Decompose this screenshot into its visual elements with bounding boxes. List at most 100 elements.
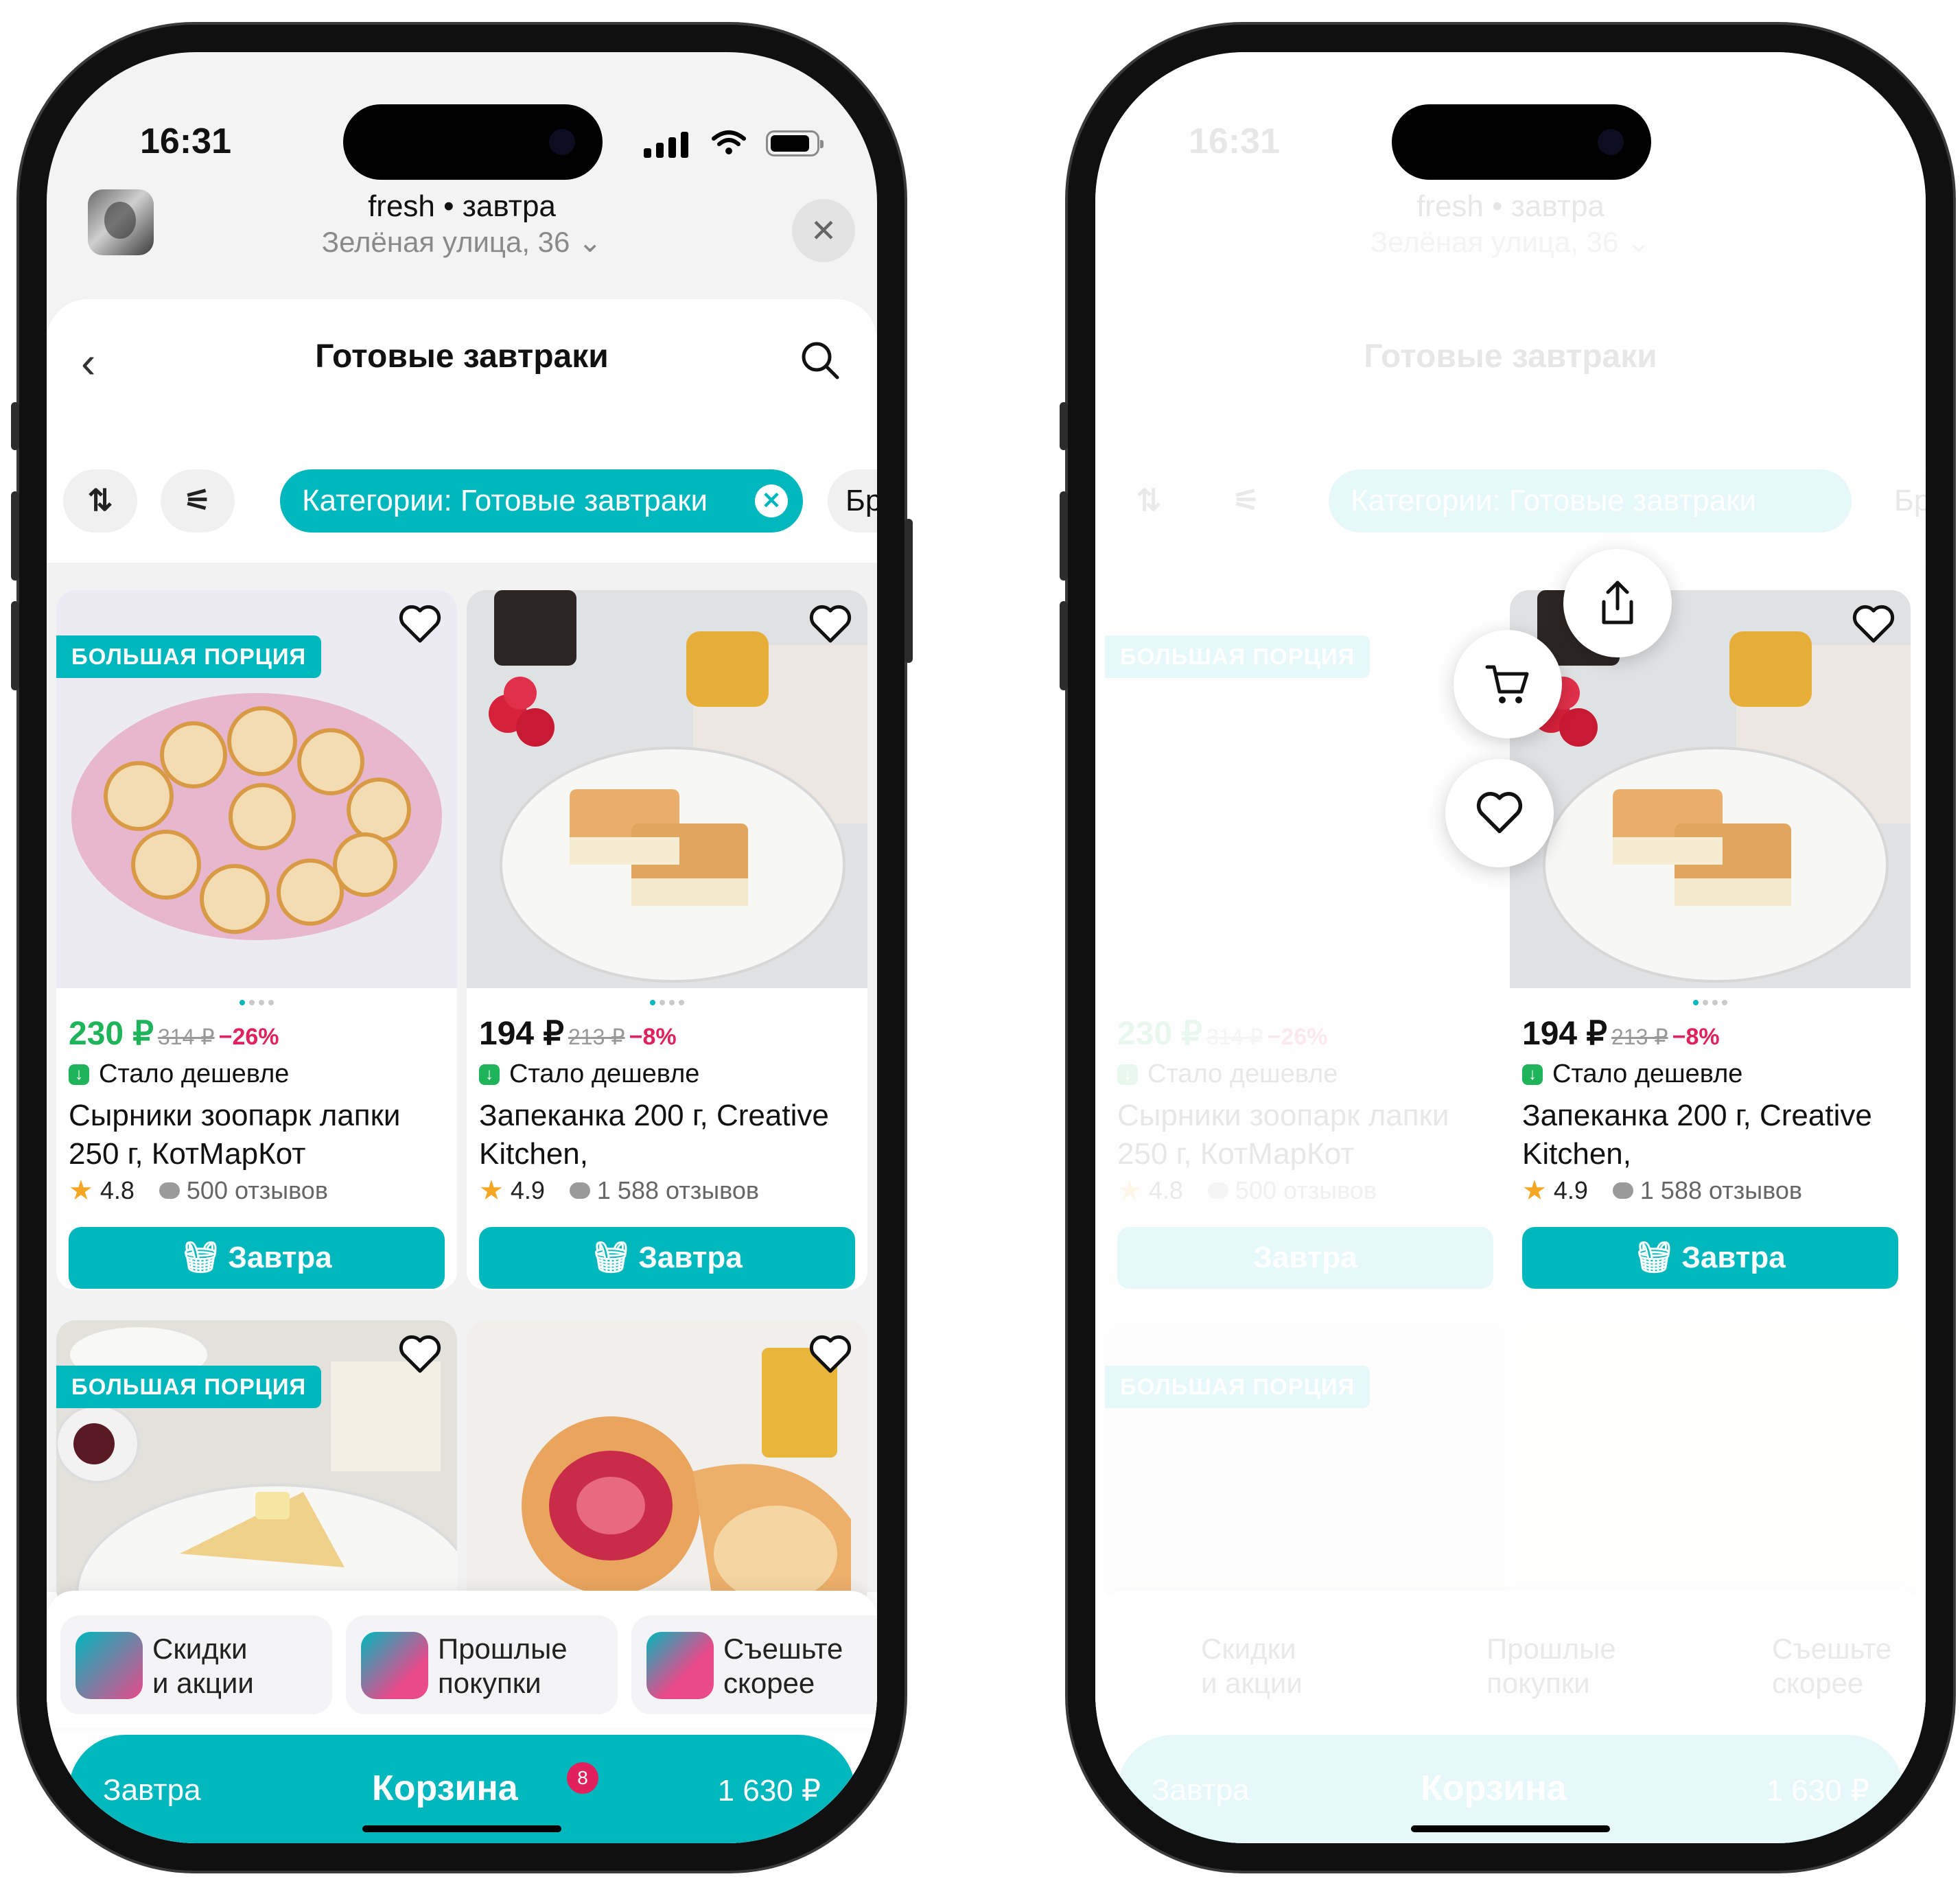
search-icon[interactable] [799,339,841,382]
reviews-bubble-icon [159,1182,180,1199]
favorite-action-button[interactable] [1445,759,1554,867]
promo-line2: покупки [438,1667,541,1699]
favorite-heart-icon[interactable] [808,604,852,645]
close-button[interactable]: ✕ [792,199,855,262]
promo-eat-sooner[interactable]: Съешьте скорее [631,1615,877,1714]
product-card[interactable]: БОЛЬШАЯ ПОРЦИЯ 230 ₽314 ₽ −26% ↓ Стало деш… [56,590,457,1290]
current-price: 230 ₽ [69,1016,154,1052]
current-price: 194 ₽ [479,1016,564,1052]
add-to-cart-button[interactable]: 🧺︎ Завтра [69,1227,445,1289]
shopping-bag-icon [361,1632,428,1699]
reviews-bubble-icon [569,1182,590,1199]
cart-delivery-day: Завтра [103,1773,201,1807]
price-drop-note: ↓ Стало дешевле [69,1060,289,1089]
rating-value: 4.8 [100,1176,135,1204]
old-price: 213 ₽ [1611,1025,1668,1049]
filter-sliders-icon[interactable]: ⚟ [161,469,235,533]
product-rating: ★ 4.9 1 588 отзывов [479,1175,759,1206]
rating-value: 4.9 [1553,1176,1588,1204]
add-button-label: Завтра [638,1241,743,1274]
favorite-heart-icon[interactable] [398,1334,442,1375]
focused-product-card[interactable]: 194 ₽213 ₽ −8% ↓ Стало дешевле Запеканка 2… [1510,590,1911,1290]
add-to-cart-button[interactable]: 🧺︎ Завтра [1522,1227,1898,1289]
price-drop-label: Стало дешевле [509,1060,700,1088]
photo-pager-dots [1510,999,1911,1006]
reviews-count: 1 588 отзывов [1640,1176,1802,1204]
wifi-icon [712,130,746,154]
home-indicator [362,1825,561,1832]
favorite-heart-icon[interactable] [808,1334,852,1375]
discount-percent: −26% [218,1024,279,1050]
share-icon [1602,581,1633,624]
old-price: 314 ₽ [157,1025,215,1049]
dynamic-island [343,104,603,180]
photo-pager-dots [56,999,457,1006]
product-price: 230 ₽314 ₽−26% [69,1014,279,1053]
volume-down-button [11,601,19,690]
current-price: 194 ₽ [1522,1016,1607,1052]
discount-tag-icon [75,1632,143,1699]
reviews-count: 500 отзывов [186,1176,328,1204]
dynamic-island [1392,104,1651,180]
product-photo [1510,590,1911,988]
basket-icon: 🧺︎ [1635,1241,1674,1274]
screen-right: 16:31 fresh • завтра Зелёная улица, 36 ⌄… [1095,52,1926,1843]
home-indicator [1411,1825,1610,1832]
product-name: Сырники зоопарк лапки 250 г, КотМарКот [69,1099,401,1171]
add-to-cart-action-button[interactable] [1454,630,1562,738]
add-button-label: Завтра [1681,1241,1786,1274]
chip-next[interactable]: Бре [828,469,877,533]
promo-label: Скидкии акции [152,1632,254,1700]
promo-discounts[interactable]: Скидки и акции [60,1615,332,1714]
star-icon: ★ [69,1176,93,1206]
big-portion-badge: БОЛЬШАЯ ПОРЦИЯ [56,1366,322,1408]
promo-label: Прошлыепокупки [438,1632,568,1700]
category-chip-label: Категории: Готовые завтраки [302,484,708,517]
promo-line1: Съешьте [723,1633,843,1665]
promo-line2: и акции [152,1667,254,1699]
battery-icon [766,130,824,156]
promo-shortcuts: Скидкии акции Прошлыепокупки Съешьтескор… [47,1591,877,1728]
cart-total: 1 630 ₽ [717,1774,821,1808]
product-price: 194 ₽213 ₽ −8% [479,1014,677,1053]
share-button[interactable] [1563,549,1672,657]
volume-up-button [1060,491,1068,581]
promo-label: Съешьтескорее [723,1632,843,1700]
price-down-icon: ↓ [69,1064,89,1085]
product-card[interactable] [467,1320,867,1609]
address-selector[interactable]: Зелёная улица, 36 ⌄ [47,225,877,259]
phone-left: 16:31 fresh • завтра Зелёная улица, 36 ⌄… [11,25,913,1871]
add-button-label: Завтра [228,1241,332,1274]
sort-icon[interactable]: ⇅ [63,469,137,533]
promo-past-purchases[interactable]: Прошлые покупки [346,1615,618,1714]
status-time: 16:31 [140,121,231,161]
star-icon: ★ [479,1176,504,1206]
category-chip[interactable]: Категории: Готовые завтраки ✕ [280,469,803,533]
reviews-count: 1 588 отзывов [596,1176,759,1204]
price-drop-label: Стало дешевле [99,1060,290,1088]
promo-line2: скорее [723,1667,815,1699]
power-button [905,519,913,663]
discount-percent: −8% [629,1024,677,1050]
heart-icon [1476,792,1523,834]
store-delivery-label: fresh • завтра [368,189,556,223]
add-to-cart-button[interactable]: 🧺︎ Завтра [479,1227,855,1289]
chip-clear-icon[interactable]: ✕ [755,484,788,517]
old-price: 213 ₽ [568,1025,625,1049]
basket-icon: 🧺︎ [592,1241,631,1274]
product-name: Запеканка 200 г, Creative Kitchen, [479,1099,829,1171]
promo-line1: Скидки [152,1633,248,1665]
product-photo [56,1320,457,1609]
product-name: Запеканка 200 г, Creative Kitchen, [1522,1099,1872,1171]
promo-line1: Прошлые [438,1633,568,1665]
product-grid: БОЛЬШАЯ ПОРЦИЯ 230 ₽314 ₽−26% ↓ Стало деш… [47,563,877,1609]
favorite-heart-icon[interactable] [398,604,442,645]
page-title: Готовые завтраки [315,338,609,375]
rating-value: 4.9 [510,1176,545,1204]
discount-percent: −8% [1672,1024,1720,1050]
product-card[interactable]: 194 ₽213 ₽ −8% ↓ Стало дешевле Запеканка 2… [467,590,867,1290]
product-rating: ★4.8 500 отзывов [69,1175,328,1206]
star-icon: ★ [1522,1176,1547,1206]
favorite-heart-icon[interactable] [1852,604,1895,645]
product-card[interactable]: БОЛЬШАЯ ПОРЦИЯ [56,1320,457,1609]
